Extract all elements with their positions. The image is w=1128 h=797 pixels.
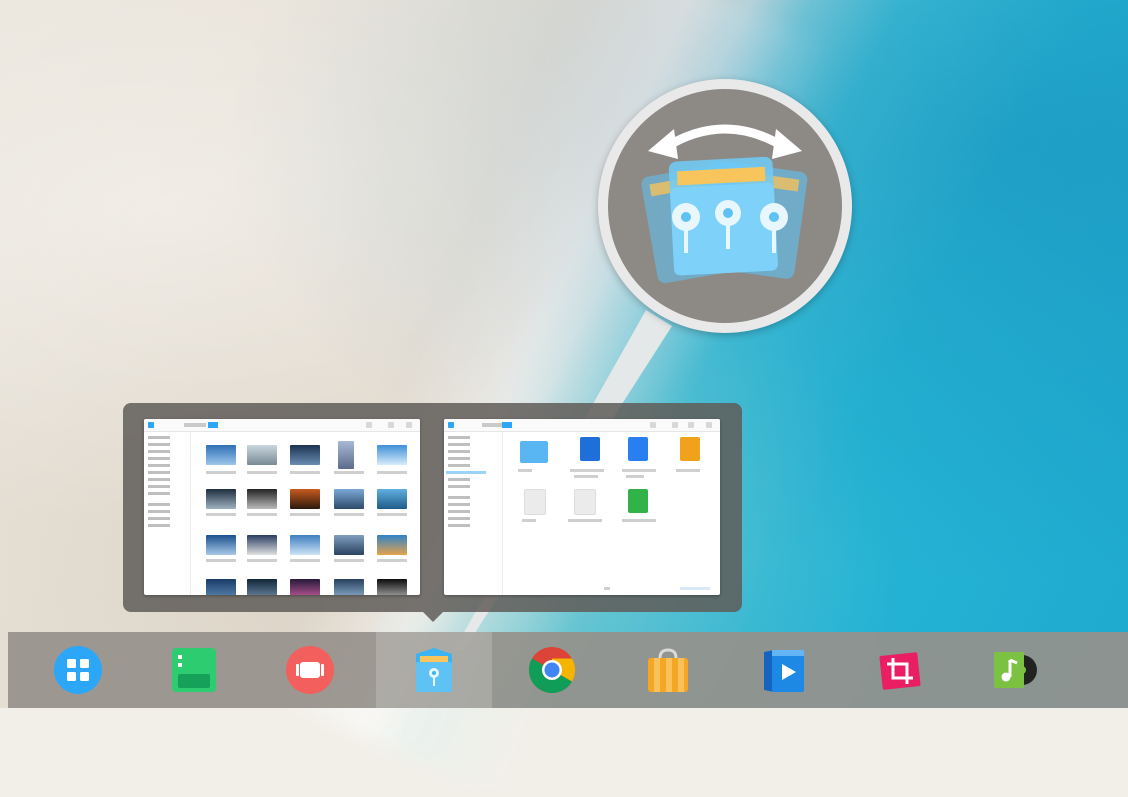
magnifier-circle (598, 79, 852, 333)
preview-popup-pointer (423, 612, 443, 622)
window-thumbnail-pictures[interactable] (144, 419, 420, 595)
magnifier-content (608, 89, 842, 323)
file-manager-icon (416, 648, 452, 692)
thumbnail-titlebar (144, 419, 420, 432)
dock-app-store[interactable] (610, 632, 726, 708)
thumbnail-sidebar (444, 432, 503, 595)
movie-player-icon (764, 650, 804, 692)
dock-screen-recorder[interactable] (252, 632, 368, 708)
thumbnail-sidebar (144, 432, 191, 595)
dock-movie-player[interactable] (726, 632, 842, 708)
window-preview-popup (123, 403, 742, 622)
dock-screenshot-tool[interactable] (842, 632, 958, 708)
dock-chrome[interactable] (494, 632, 610, 708)
dock-file-manager[interactable] (376, 632, 492, 708)
multitasking-icon (172, 648, 216, 692)
screen-recorder-icon (286, 646, 334, 694)
dock-multitasking-view[interactable] (136, 632, 252, 708)
dock-launcher[interactable] (20, 632, 136, 708)
dock-music-player[interactable] (958, 632, 1074, 708)
chrome-icon (528, 647, 576, 694)
launcher-icon (54, 646, 102, 694)
music-player-icon (994, 652, 1037, 688)
app-store-icon (648, 648, 688, 692)
thumbnail-titlebar (444, 419, 720, 432)
dock (8, 632, 1128, 708)
screenshot-crop-icon (879, 652, 921, 690)
file-manager-stack-icon (641, 156, 808, 284)
window-thumbnail-documents[interactable] (444, 419, 720, 595)
